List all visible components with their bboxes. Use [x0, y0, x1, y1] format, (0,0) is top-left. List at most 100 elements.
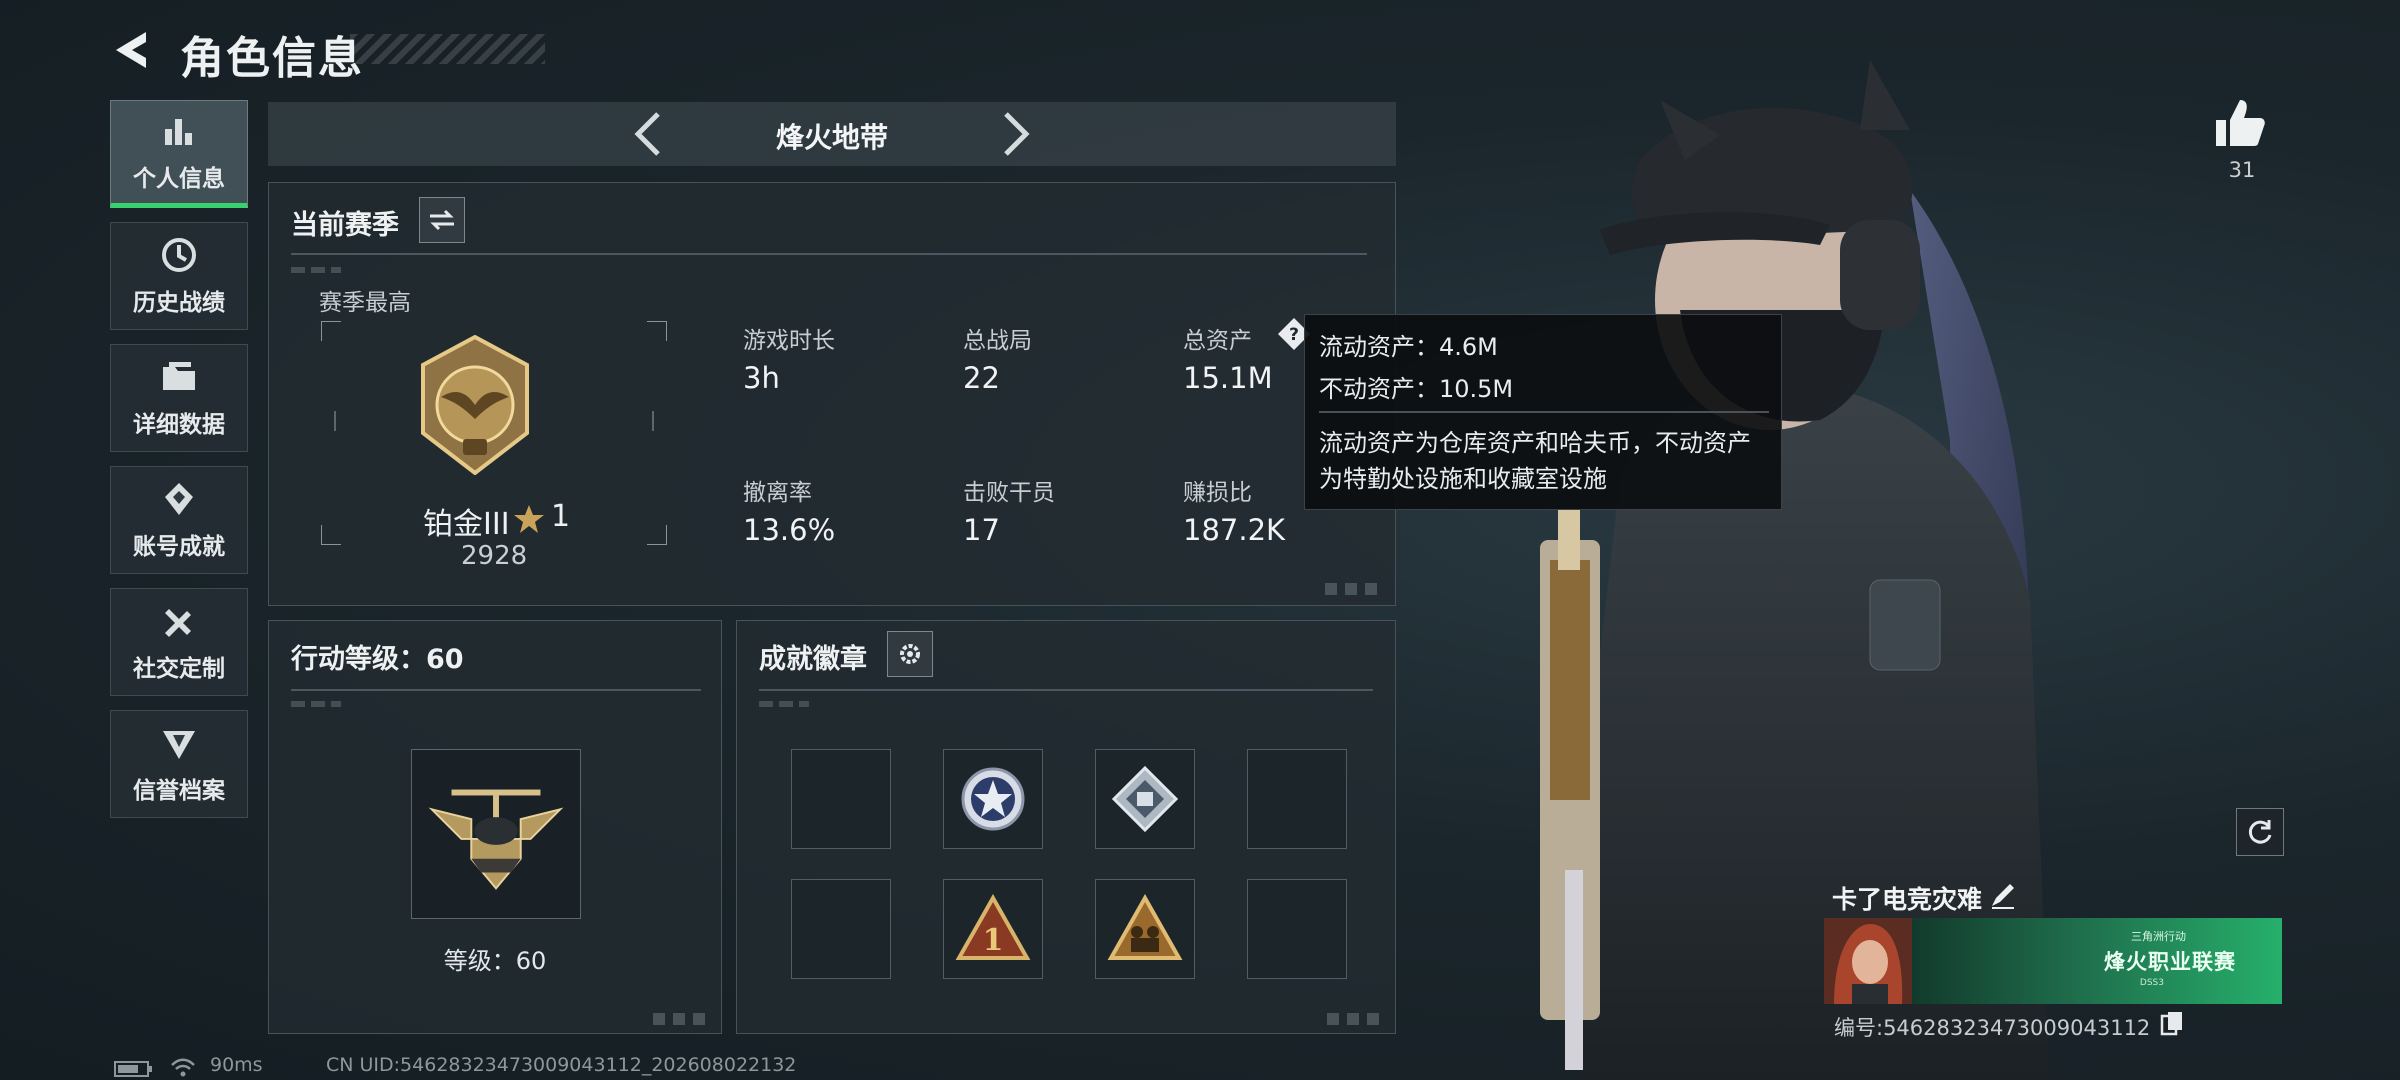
sidebar-item-detailed-data[interactable]: 详细数据: [110, 344, 248, 452]
tools-icon: [165, 609, 191, 637]
clock-history-icon: [162, 238, 196, 272]
badge-slot-empty[interactable]: [791, 879, 891, 979]
star-icon: [514, 505, 544, 533]
refresh-icon: [2248, 820, 2272, 844]
avatar[interactable]: [1824, 918, 1912, 1004]
stat-label: 击败干员: [963, 480, 1055, 506]
tooltip-fixed-assets: 不动资产：10.5M: [1319, 375, 1514, 403]
sidebar-item-label: 社交定制: [133, 656, 225, 682]
squad-badge-icon: [1107, 894, 1183, 960]
player-id: 编号:5462832347300904311​2: [1834, 1016, 2151, 1040]
stat-label: 游戏时长: [743, 328, 835, 354]
svg-text:?: ?: [1289, 325, 1299, 345]
mode-switcher: 烽火地带: [268, 102, 1396, 166]
page-title: 角色信息: [180, 33, 364, 84]
divider: [1319, 411, 1769, 413]
stat-label: 总资产: [1183, 328, 1252, 354]
ping-indicator: 90ms: [210, 1054, 263, 1076]
badge-slot[interactable]: [943, 749, 1043, 849]
tooltip-description: 为特勤处设施和收藏室设施: [1319, 465, 1607, 493]
sidebar-item-label: 信誉档案: [133, 778, 225, 804]
season-title: 当前赛季: [291, 210, 399, 241]
corner-decoration: [1325, 583, 1385, 595]
star-emblem-badge-icon: [961, 767, 1025, 831]
achievement-icon: [165, 483, 193, 515]
back-arrow-icon[interactable]: [108, 26, 156, 74]
asset-tooltip: 流动资产：4.6M 不动资产：10.5M 流动资产为仓库资产和哈夫币，不动资产 …: [1304, 314, 1782, 510]
refresh-button[interactable]: [2236, 808, 2284, 856]
badge-slot-empty[interactable]: [1247, 879, 1347, 979]
stat-label: 赚损比: [1183, 480, 1252, 506]
diamond-badge-icon: [1111, 765, 1179, 833]
action-level-title: 行动等级：60: [291, 644, 464, 675]
sidebar-item-personal-info[interactable]: 个人信息: [110, 100, 248, 208]
sidebar-item-match-history[interactable]: 历史战绩: [110, 222, 248, 330]
svg-text:1: 1: [983, 923, 1004, 958]
badge-settings-button[interactable]: [887, 631, 933, 677]
divider: [759, 689, 1373, 691]
uid-text: CN UID:5462832347300904311​2_20260802213…: [326, 1054, 797, 1076]
stat-value: 3h: [743, 361, 780, 395]
swap-season-button[interactable]: [419, 197, 465, 243]
stat-value: 13.6%: [743, 513, 836, 547]
rank-score: 2928: [461, 541, 528, 571]
sidebar-item-social-custom[interactable]: 社交定制: [110, 588, 248, 696]
sidebar-item-label: 历史战绩: [133, 290, 225, 316]
stat-label: 总战局: [963, 328, 1032, 354]
rank-medal-icon: [421, 335, 529, 475]
banner-tag: DSS3: [2139, 978, 2164, 988]
helicopter-emblem-icon: [428, 789, 564, 890]
shield-emblem-icon: [163, 731, 195, 759]
season-best-label: 赛季最高: [319, 290, 411, 316]
bar-chart-icon: [165, 119, 192, 145]
sidebar-item-label: 账号成就: [133, 534, 225, 560]
mode-title: 烽火地带: [775, 121, 888, 154]
tooltip-description: 流动资产为仓库资产和哈夫币，不动资产: [1319, 429, 1751, 457]
rank-1-badge-icon: 1: [955, 894, 1031, 960]
stat-value: 15.1M: [1183, 361, 1273, 395]
player-name: 卡了电竞灾难: [1832, 885, 1983, 914]
level-text: 等级：60: [443, 947, 547, 975]
stat-value: 17: [963, 513, 1000, 547]
sidebar-item-label: 详细数据: [133, 412, 225, 438]
battery-icon: [114, 1061, 152, 1077]
corner-decoration: [653, 1013, 713, 1025]
decoration: [759, 701, 809, 707]
sidebar-item-achievements[interactable]: 账号成就: [110, 466, 248, 574]
action-level-panel: 行动等级：60 等级：60: [268, 620, 722, 1034]
badge-slot-empty[interactable]: [791, 749, 891, 849]
league-banner[interactable]: 三角洲行动 烽火职业联赛 DSS3: [1912, 918, 2282, 1004]
sidebar-item-reputation[interactable]: 信誉档案: [110, 710, 248, 818]
decoration: [291, 701, 341, 707]
badge-slot[interactable]: [1095, 749, 1195, 849]
swap-icon: [430, 209, 454, 231]
stat-value: 22: [963, 361, 1000, 395]
stat-label: 撤离率: [743, 480, 812, 506]
folder-icon: [163, 362, 195, 390]
wifi-icon: [171, 1058, 195, 1077]
corner-decoration: [1327, 1013, 1387, 1025]
banner-title: 烽火职业联赛: [2104, 950, 2236, 974]
stat-value: 187.2K: [1183, 513, 1286, 547]
badge-slot[interactable]: 1: [943, 879, 1043, 979]
decoration: [291, 267, 341, 273]
rank-name: 铂金III: [423, 507, 510, 542]
sidebar-item-label: 个人信息: [133, 166, 225, 192]
title-decoration: [350, 34, 545, 64]
thumbs-up-icon[interactable]: [2212, 94, 2268, 150]
like-count: 31: [2228, 158, 2256, 182]
rank-stars: 1: [551, 499, 571, 534]
gear-icon: [900, 644, 920, 664]
badge-slot-empty[interactable]: [1247, 749, 1347, 849]
level-emblem-frame: [411, 749, 581, 919]
divider: [291, 689, 701, 691]
edit-pencil-icon[interactable]: [1988, 880, 2018, 910]
copy-icon[interactable]: [2160, 1010, 2184, 1036]
badge-slot[interactable]: [1095, 879, 1195, 979]
divider: [291, 253, 1367, 255]
tooltip-liquid-assets: 流动资产：4.6M: [1319, 333, 1498, 361]
chevron-right-icon[interactable]: [996, 112, 1036, 156]
season-panel: 当前赛季 赛季最高 铂金III 1 2928 游戏时长 3h 总战局 22 总资…: [268, 182, 1396, 606]
achievement-badges-panel: 成就徽章 1: [736, 620, 1396, 1034]
banner-subtitle: 三角洲行动: [2131, 930, 2186, 943]
